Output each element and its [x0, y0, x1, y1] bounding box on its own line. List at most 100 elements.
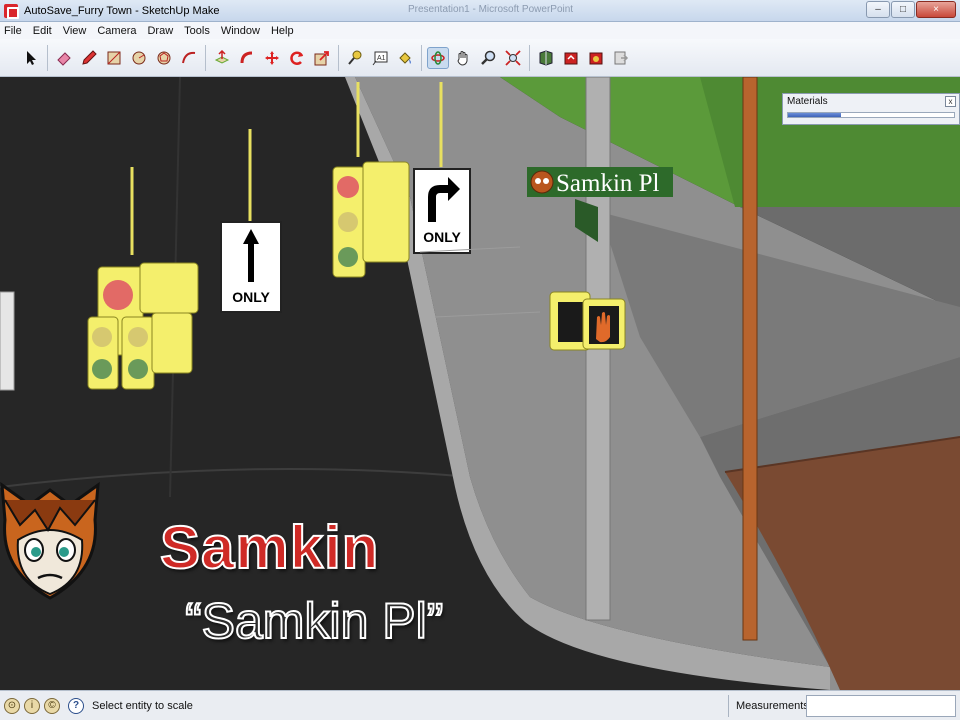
eraser-tool[interactable] [53, 47, 75, 69]
measurements-input[interactable] [806, 695, 956, 717]
building-edge [0, 291, 15, 391]
polygon-tool[interactable] [153, 47, 175, 69]
push-pull-tool[interactable] [211, 47, 233, 69]
pan-tool[interactable] [452, 47, 474, 69]
3d-warehouse-tool[interactable] [535, 47, 557, 69]
zoom-extents-tool[interactable] [502, 47, 524, 69]
rectangle-icon [107, 51, 121, 64]
hand-icon [457, 50, 468, 66]
menu-bar: File Edit View Camera Draw Tools Window … [0, 22, 960, 39]
window-title: AutoSave_Furry Town - SketchUp Make [24, 4, 220, 17]
menu-tools[interactable]: Tools [184, 25, 210, 37]
arc-tool[interactable] [178, 47, 200, 69]
sketchup-logo-icon [4, 3, 19, 19]
orbit-icon [431, 50, 445, 65]
menu-window[interactable]: Window [221, 25, 260, 37]
straight-only-text: ONLY [232, 289, 270, 305]
scale-icon [314, 50, 329, 65]
pedestrian-signal [549, 291, 626, 351]
text-tool[interactable]: A1 [369, 47, 391, 69]
select-tool[interactable] [20, 47, 42, 69]
tape-measure-icon [348, 50, 362, 65]
toolbar-separator [421, 44, 422, 71]
right-turn-only-text: ONLY [423, 229, 461, 245]
svg-text:A1: A1 [377, 55, 386, 62]
send-layout-tool[interactable] [610, 47, 632, 69]
materials-panel[interactable]: Materials x [782, 93, 960, 125]
pencil-icon [82, 49, 97, 65]
menu-help[interactable]: Help [271, 25, 294, 37]
maximize-button[interactable]: □ [891, 1, 915, 18]
menu-draw[interactable]: Draw [147, 25, 173, 37]
measurements-label: Measurements [736, 700, 809, 712]
pencil-tool[interactable] [78, 47, 100, 69]
toolbar-separator [338, 44, 339, 71]
background-window-title: Presentation1 - Microsoft PowerPoint [408, 4, 574, 15]
follow-me-tool[interactable] [236, 47, 258, 69]
orbit-tool[interactable] [427, 46, 449, 69]
status-bar: ⊙ i © ? Select entity to scale Measureme… [0, 690, 960, 720]
toolbar-separator [205, 44, 206, 71]
eraser-icon [57, 51, 71, 66]
extension-icon [589, 52, 603, 64]
materials-progress-bar [787, 112, 955, 118]
user-icon[interactable]: © [44, 697, 60, 714]
zoom-icon [481, 50, 496, 65]
close-button[interactable]: × [916, 1, 956, 18]
follow-me-icon [240, 51, 253, 63]
geo-location-icon[interactable]: ⊙ [4, 697, 20, 714]
move-tool[interactable] [261, 47, 283, 69]
layout-icon [614, 51, 629, 64]
rotate-tool[interactable] [286, 47, 308, 69]
status-separator [728, 695, 729, 717]
menu-view[interactable]: View [63, 25, 87, 37]
tape-measure-tool[interactable] [344, 47, 366, 69]
traffic-signal-left [87, 262, 199, 390]
menu-edit[interactable]: Edit [33, 25, 52, 37]
fox-avatar-icon [0, 481, 100, 600]
traffic-signal-middle [332, 161, 410, 278]
materials-progress-fill [788, 113, 842, 117]
model-viewport[interactable]: ONLY ONLY Samkin Pl Materials x Samkin “… [0, 77, 960, 690]
menu-file[interactable]: File [4, 25, 22, 37]
street-scene: ONLY ONLY Samkin Pl [0, 77, 960, 690]
push-pull-icon [214, 49, 230, 64]
rotate-icon [290, 51, 304, 65]
polygon-icon [157, 51, 171, 64]
scale-tool[interactable] [311, 47, 333, 69]
circle-icon [132, 51, 146, 64]
paint-bucket-tool[interactable] [394, 47, 416, 69]
warehouse-icon [539, 49, 553, 66]
main-toolbar: A1 [0, 39, 960, 77]
arrow-icon [27, 50, 36, 65]
move-icon [265, 50, 279, 65]
text-icon: A1 [372, 51, 388, 65]
right-turn-only-sign: ONLY [413, 168, 471, 254]
minimize-button[interactable]: – [866, 1, 890, 18]
window-controls: – □ × [866, 1, 956, 18]
status-message: Select entity to scale [92, 699, 193, 712]
overlay-quote: “Samkin Pl” [184, 592, 444, 650]
rectangle-tool[interactable] [103, 47, 125, 69]
extension-warehouse-tool[interactable] [585, 47, 607, 69]
paint-bucket-icon [399, 51, 411, 64]
share-model-tool[interactable] [560, 47, 582, 69]
help-icon[interactable]: ? [68, 697, 84, 714]
toolbar-separator [47, 44, 48, 71]
arc-icon [182, 51, 196, 63]
circle-tool[interactable] [128, 47, 150, 69]
title-bar: AutoSave_Furry Town - SketchUp Make Pres… [0, 0, 960, 22]
zoom-extents-icon [505, 49, 521, 66]
wooden-utility-pole [742, 77, 758, 641]
straight-only-sign: ONLY [220, 221, 282, 313]
credits-icon[interactable]: i [24, 697, 40, 714]
share-model-icon [564, 52, 578, 64]
zoom-tool[interactable] [477, 47, 499, 69]
materials-close-button[interactable]: x [945, 96, 956, 107]
menu-camera[interactable]: Camera [97, 25, 136, 37]
overlay-name: Samkin [159, 513, 380, 582]
materials-title: Materials [787, 96, 828, 107]
toolbar-separator [529, 44, 530, 71]
dont-walk-hand-icon [596, 312, 610, 343]
street-name-text: Samkin Pl [556, 170, 660, 197]
